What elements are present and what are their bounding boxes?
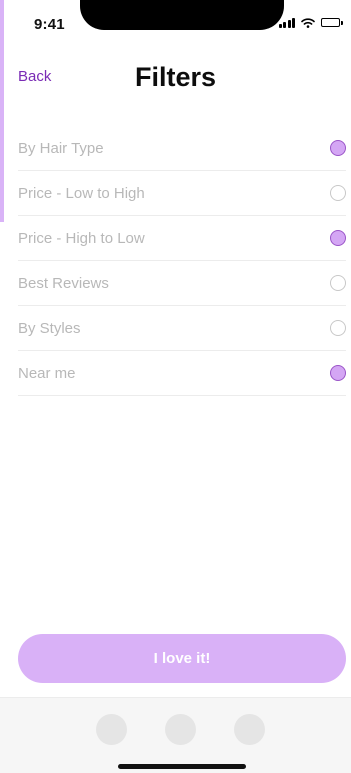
radio-button[interactable] <box>330 185 346 201</box>
filter-option-label: Best Reviews <box>18 274 109 292</box>
tab-bar <box>0 697 351 773</box>
filter-list: By Hair Type Price - Low to High Price -… <box>18 126 346 396</box>
filter-option-label: By Hair Type <box>18 139 104 157</box>
radio-button[interactable] <box>330 320 346 336</box>
radio-button[interactable] <box>330 230 346 246</box>
filter-option-by-hair-type[interactable]: By Hair Type <box>18 126 346 171</box>
back-button[interactable]: Back <box>18 68 51 85</box>
tab-item-3[interactable] <box>234 714 265 745</box>
status-icons <box>278 18 343 28</box>
filter-option-label: Near me <box>18 364 76 382</box>
filter-option-price-high-to-low[interactable]: Price - High to Low <box>18 216 346 261</box>
device-notch <box>80 0 284 30</box>
cellular-signal-icon <box>278 18 295 28</box>
wifi-icon <box>301 18 315 28</box>
filter-option-label: Price - Low to High <box>18 184 145 202</box>
filter-option-best-reviews[interactable]: Best Reviews <box>18 261 346 306</box>
filter-option-label: By Styles <box>18 319 81 337</box>
tab-item-2[interactable] <box>165 714 196 745</box>
radio-button[interactable] <box>330 275 346 291</box>
filter-option-by-styles[interactable]: By Styles <box>18 306 346 351</box>
tab-item-1[interactable] <box>96 714 127 745</box>
filter-option-near-me[interactable]: Near me <box>18 351 346 396</box>
home-indicator <box>118 764 246 769</box>
filter-option-label: Price - High to Low <box>18 229 145 247</box>
i-love-it-button[interactable]: I love it! <box>18 634 346 683</box>
radio-button[interactable] <box>330 365 346 381</box>
status-time: 9:41 <box>34 16 65 33</box>
status-bar: 9:41 <box>0 0 351 44</box>
page-title: Filters <box>134 62 217 92</box>
radio-button[interactable] <box>330 140 346 156</box>
filter-option-price-low-to-high[interactable]: Price - Low to High <box>18 171 346 216</box>
battery-icon <box>321 18 343 28</box>
